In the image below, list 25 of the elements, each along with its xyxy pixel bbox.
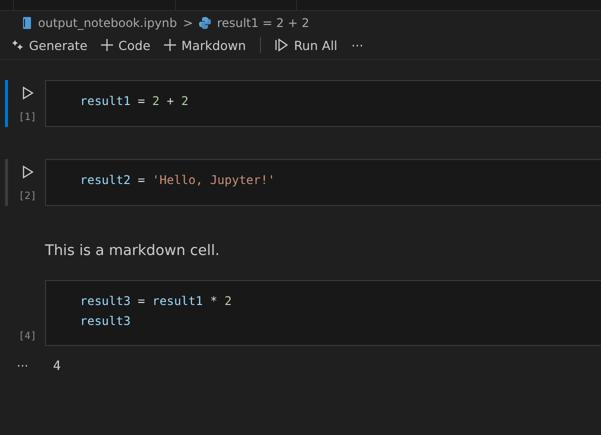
run-all-button[interactable]: Run All — [274, 38, 338, 52]
plus-icon — [101, 39, 114, 51]
markdown-text: This is a markdown cell. — [44, 242, 221, 261]
breadcrumb-separator: > — [182, 16, 194, 30]
plus-icon — [164, 39, 176, 51]
execution-count: [2] — [18, 191, 37, 202]
sparkle-icon — [12, 39, 24, 51]
code-editor[interactable]: result1 = 2 + 2 — [45, 80, 601, 127]
code-editor[interactable]: result2 = 'Hello, Jupyter!' — [45, 159, 601, 206]
code-editor[interactable]: result3 = result1 * 2 result3 — [45, 280, 601, 346]
output-more-button[interactable]: ··· — [0, 359, 45, 373]
cell-output: 4 — [53, 358, 61, 374]
execution-count: [4] — [18, 331, 37, 342]
run-all-icon — [274, 38, 289, 52]
add-cell-button[interactable]: Markdown — [164, 38, 246, 52]
notebook-icon — [22, 17, 32, 29]
breadcrumb-item[interactable]: output_notebook.ipynb — [38, 16, 177, 30]
run-cell-button[interactable] — [22, 86, 34, 100]
more-button[interactable]: ··· — [351, 38, 364, 52]
python-icon — [199, 17, 212, 29]
breadcrumb-item[interactable]: result1 = 2 + 2 — [217, 16, 310, 30]
add-cell-button[interactable]: Code — [101, 38, 150, 52]
execution-count: [1] — [18, 112, 37, 123]
generate-button[interactable]: Generate — [12, 38, 88, 52]
run-cell-button[interactable] — [22, 165, 34, 179]
